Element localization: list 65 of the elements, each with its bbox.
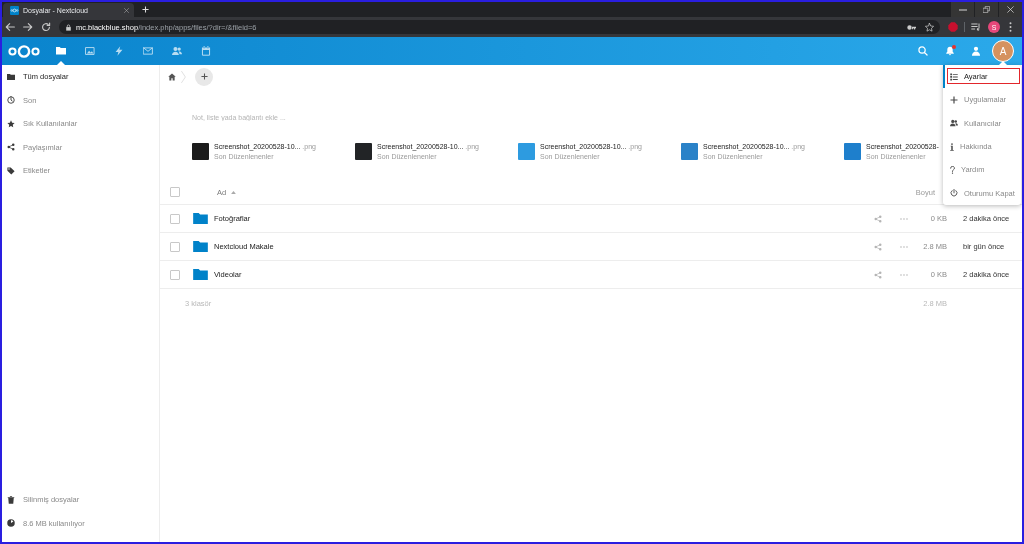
three-dots-icon[interactable] <box>900 217 908 220</box>
close-icon[interactable] <box>124 7 129 13</box>
row-checkbox[interactable] <box>170 213 180 224</box>
file-thumbnail[interactable] <box>844 143 861 160</box>
home-icon[interactable] <box>168 72 176 81</box>
forward-arrow-icon[interactable] <box>23 22 33 32</box>
plus-icon <box>950 95 958 104</box>
tag-icon <box>7 166 15 175</box>
three-dots-icon[interactable] <box>900 273 908 276</box>
share-icon[interactable] <box>874 214 882 223</box>
folder-icon <box>193 213 208 224</box>
person-icon[interactable] <box>971 46 981 56</box>
bell-icon[interactable] <box>945 46 955 56</box>
lock-icon <box>66 23 71 31</box>
lightning-icon <box>113 46 124 56</box>
row-checkbox[interactable] <box>170 241 180 252</box>
folder-icon <box>7 73 15 80</box>
users-icon <box>950 119 958 128</box>
file-thumbnail[interactable] <box>192 143 209 160</box>
file-thumbnail[interactable] <box>355 143 372 160</box>
plus-icon[interactable] <box>142 6 149 13</box>
power-icon <box>950 189 958 198</box>
star-icon[interactable] <box>925 22 934 32</box>
pie-chart-icon <box>7 519 15 528</box>
share-icon <box>7 143 15 152</box>
close-icon <box>1007 6 1014 13</box>
logo-icon[interactable] <box>8 44 40 58</box>
file-thumbnail[interactable] <box>518 143 535 160</box>
list-icon <box>950 72 958 81</box>
restore-icon <box>983 6 990 13</box>
info-icon <box>950 142 954 151</box>
three-dots-icon[interactable] <box>900 245 908 248</box>
key-icon[interactable] <box>907 22 916 32</box>
star-icon <box>7 119 15 128</box>
clock-icon <box>7 96 15 105</box>
reload-icon[interactable] <box>41 22 51 32</box>
users-icon <box>171 46 182 56</box>
folder-icon <box>193 241 208 252</box>
envelope-icon <box>142 46 153 56</box>
share-icon[interactable] <box>874 242 882 251</box>
user-avatar[interactable]: A <box>992 40 1014 62</box>
minimize-icon <box>958 8 967 11</box>
minimize-button[interactable] <box>951 2 974 17</box>
folder-icon <box>55 47 66 55</box>
search-icon[interactable] <box>918 46 928 56</box>
folder-icon <box>193 269 208 280</box>
image-icon <box>84 46 95 56</box>
logo-icon <box>10 5 19 15</box>
stop-sign-icon[interactable] <box>948 22 958 32</box>
chevron-icon <box>181 70 186 83</box>
file-thumbnail[interactable] <box>681 143 698 160</box>
row-checkbox[interactable] <box>170 269 180 280</box>
trash-icon <box>7 495 15 504</box>
calendar-icon <box>200 46 211 56</box>
restore-button[interactable] <box>975 2 998 17</box>
plus-icon <box>200 73 208 80</box>
vertical-dots-icon[interactable] <box>1009 22 1012 32</box>
back-arrow-icon[interactable] <box>5 22 15 32</box>
select-all-checkbox[interactable] <box>170 187 180 197</box>
share-icon[interactable] <box>874 270 882 279</box>
sort-arrow-icon <box>231 190 237 194</box>
question-mark-icon <box>950 165 955 174</box>
new-button[interactable] <box>195 67 213 86</box>
playlist-icon[interactable] <box>971 22 981 32</box>
close-button[interactable] <box>999 2 1022 17</box>
